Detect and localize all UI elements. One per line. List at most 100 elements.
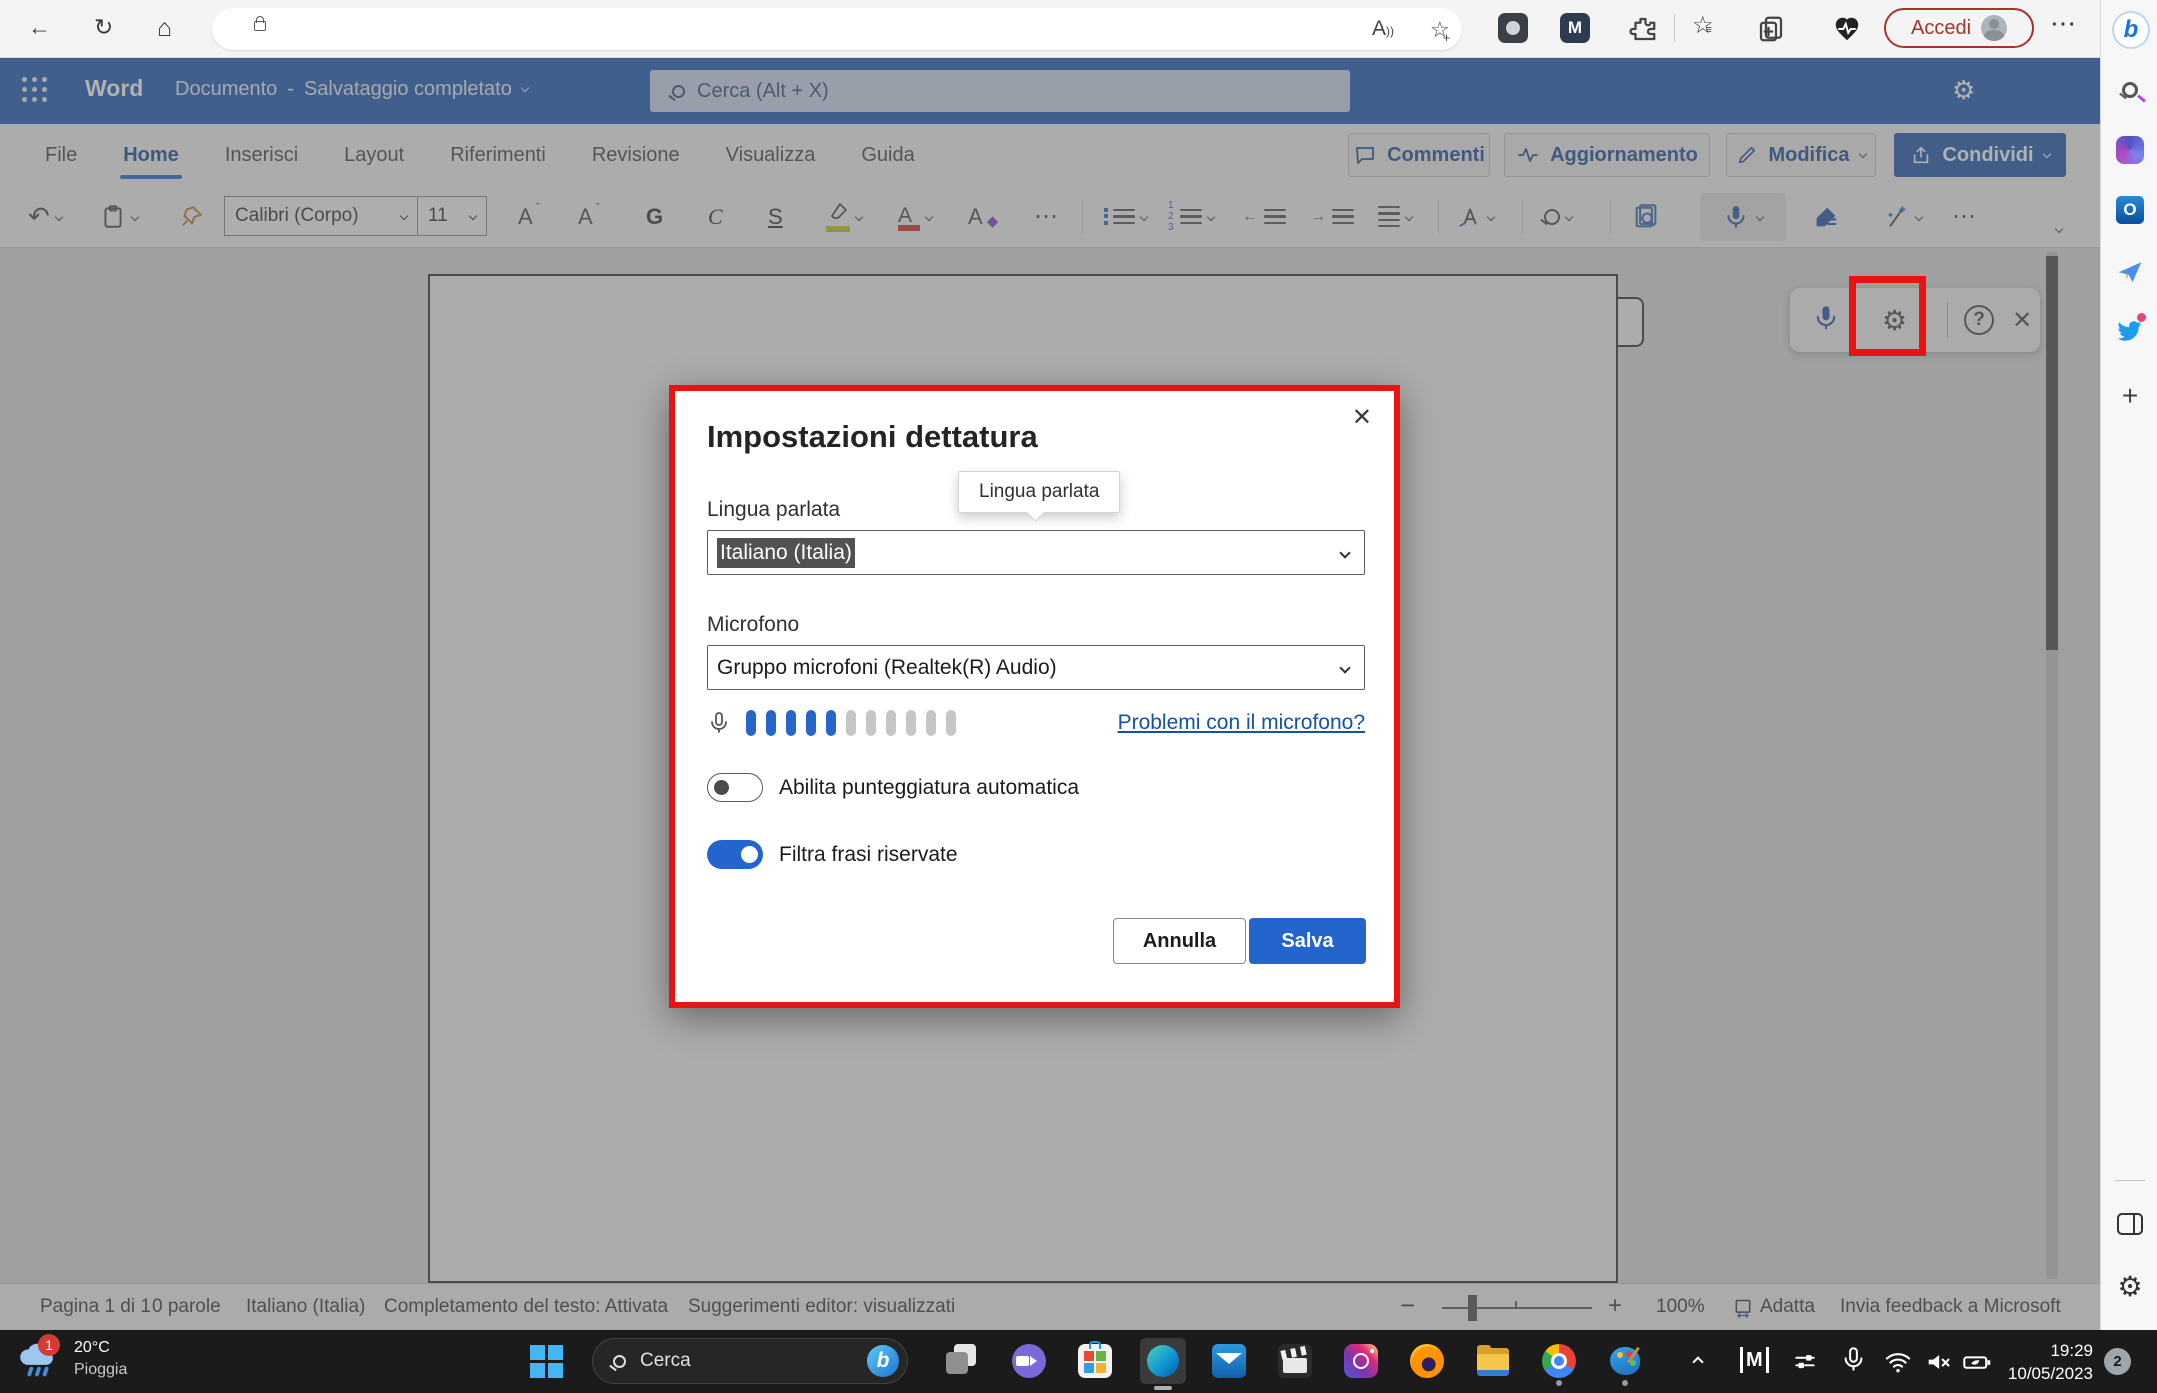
collections-icon[interactable]: [1756, 14, 1786, 49]
auto-punctuation-toggle[interactable]: [707, 773, 763, 802]
page-info[interactable]: Pagina 1 di 1: [40, 1296, 151, 1318]
decrease-indent-button[interactable]: ←: [1242, 186, 1286, 247]
tray-mixer-icon[interactable]: [1792, 1348, 1818, 1379]
highlight-button[interactable]: [826, 186, 862, 247]
save-button[interactable]: Salva: [1249, 918, 1366, 964]
movies-tv-icon[interactable]: [1278, 1344, 1312, 1378]
sidebar-twitter-icon[interactable]: [2112, 313, 2148, 349]
italic-button[interactable]: C: [708, 186, 723, 247]
start-button[interactable]: [530, 1345, 563, 1378]
zoom-slider-thumb[interactable]: [1468, 1295, 1477, 1321]
filter-phrases-toggle[interactable]: [707, 840, 763, 869]
more-commands-icon[interactable]: ⋯: [1952, 186, 1977, 247]
dictation-mic-icon[interactable]: [1812, 304, 1840, 337]
tray-volume-muted-icon[interactable]: [1924, 1348, 1952, 1381]
find-button[interactable]: [1544, 186, 1572, 247]
file-explorer-icon[interactable]: [1476, 1344, 1510, 1378]
designer-button[interactable]: [1884, 186, 1922, 247]
chat-icon[interactable]: [1012, 1344, 1046, 1378]
settings-gear-icon[interactable]: ⚙: [1952, 75, 1975, 106]
tray-app-m-icon[interactable]: M: [1740, 1347, 1769, 1373]
dictation-help-icon[interactable]: ?: [1964, 305, 1994, 335]
paint-icon[interactable]: [1608, 1344, 1642, 1378]
tray-wifi-icon[interactable]: [1884, 1348, 1912, 1381]
extension-m-icon[interactable]: M: [1560, 13, 1590, 43]
document-title[interactable]: Documento - Salvataggio completato: [175, 78, 528, 101]
text-completion-status[interactable]: Completamento del testo: Attivata: [384, 1296, 668, 1318]
tray-clock[interactable]: 19:29 10/05/2023: [1988, 1340, 2093, 1386]
tab-inserisci[interactable]: Inserisci: [202, 124, 321, 186]
zoom-slider-track[interactable]: [1442, 1307, 1592, 1309]
scrollbar-thumb[interactable]: [2046, 256, 2058, 650]
tab-home[interactable]: Home: [100, 124, 202, 186]
weather-widget[interactable]: 1: [14, 1338, 60, 1389]
mic-help-link[interactable]: Problemi con il microfono?: [1118, 711, 1365, 735]
address-bar[interactable]: A)) ☆+: [212, 8, 1462, 50]
browser-menu-icon[interactable]: ⋯: [2050, 8, 2078, 39]
doc-language[interactable]: Italiano (Italia): [246, 1296, 365, 1318]
weather-desc[interactable]: Pioggia: [74, 1361, 127, 1379]
task-view-icon[interactable]: [946, 1344, 980, 1378]
zoom-level[interactable]: 100%: [1656, 1296, 1705, 1318]
browser-refresh-icon[interactable]: ↻: [94, 14, 113, 41]
paste-button[interactable]: [100, 186, 138, 247]
sidebar-outlook-icon[interactable]: O: [2112, 192, 2148, 228]
word-count[interactable]: 0 parole: [152, 1296, 221, 1318]
sidebar-add-icon[interactable]: +: [2112, 378, 2148, 414]
microphone-select[interactable]: Gruppo microfoni (Realtek(R) Audio): [707, 645, 1365, 690]
tray-show-hidden-icon[interactable]: [1692, 1356, 1703, 1367]
dictation-close-icon[interactable]: ✕: [2012, 306, 2032, 335]
sidebar-drop-icon[interactable]: [2112, 253, 2148, 289]
firefox-icon[interactable]: [1410, 1344, 1444, 1378]
more-formatting-icon[interactable]: ⋯: [1034, 186, 1059, 247]
undo-button[interactable]: ↶: [28, 186, 62, 247]
editor-suggestions-status[interactable]: Suggerimenti editor: visualizzati: [688, 1296, 955, 1318]
bold-button[interactable]: G: [646, 186, 663, 247]
immersive-reader-icon[interactable]: [1632, 186, 1660, 247]
font-name-combobox[interactable]: Calibri (Corpo): [224, 196, 418, 236]
notification-badge[interactable]: 2: [2104, 1348, 2131, 1375]
instagram-icon[interactable]: [1344, 1344, 1378, 1378]
styles-button[interactable]: [1456, 186, 1494, 247]
tray-microphone-icon[interactable]: [1840, 1346, 1867, 1378]
favorites-add-icon[interactable]: ☆+: [1430, 17, 1457, 43]
chrome-icon[interactable]: [1542, 1344, 1576, 1378]
clear-formatting-button[interactable]: A◆: [968, 186, 1000, 247]
align-button[interactable]: [1378, 186, 1412, 247]
sign-in-button[interactable]: Accedi: [1884, 8, 2034, 48]
app-name[interactable]: Word: [85, 75, 143, 102]
tab-revisione[interactable]: Revisione: [569, 124, 703, 186]
share-button[interactable]: Condividi: [1894, 133, 2066, 177]
store-icon[interactable]: [1078, 1344, 1112, 1378]
zoom-in-icon[interactable]: +: [1608, 1292, 1622, 1320]
language-select[interactable]: Italiano (Italia): [707, 530, 1365, 575]
tab-layout[interactable]: Layout: [321, 124, 427, 186]
dictate-button[interactable]: [1700, 193, 1786, 241]
extensions-puzzle-icon[interactable]: [1628, 14, 1658, 49]
font-color-button[interactable]: A: [898, 186, 932, 247]
browser-essentials-icon[interactable]: [1832, 14, 1862, 49]
scrollbar[interactable]: [2046, 252, 2058, 1279]
browser-home-icon[interactable]: ⌂: [157, 14, 172, 43]
edge-taskbar-icon[interactable]: [1140, 1338, 1186, 1384]
zoom-out-icon[interactable]: −: [1400, 1290, 1415, 1321]
underline-button[interactable]: S: [768, 186, 783, 247]
format-painter-icon[interactable]: [178, 186, 204, 247]
tab-visualizza[interactable]: Visualizza: [703, 124, 839, 186]
taskbar-search[interactable]: Cerca b: [592, 1338, 908, 1384]
font-size-combobox[interactable]: 11: [417, 196, 487, 236]
fit-button[interactable]: Adatta: [1760, 1296, 1815, 1318]
extension-clip-icon[interactable]: [1498, 13, 1528, 43]
sidebar-panel-icon[interactable]: [2112, 1206, 2148, 1242]
sidebar-search-icon[interactable]: [2112, 72, 2148, 108]
browser-back-icon[interactable]: ←: [28, 14, 51, 41]
collapse-ribbon-icon[interactable]: [2055, 225, 2063, 233]
dialog-close-icon[interactable]: ✕: [1352, 403, 1372, 432]
shrink-font-button[interactable]: Aˇ: [578, 186, 603, 247]
tab-guida[interactable]: Guida: [838, 124, 937, 186]
comments-button[interactable]: Commenti: [1348, 133, 1490, 177]
cancel-button[interactable]: Annulla: [1113, 918, 1246, 964]
tab-file[interactable]: File: [22, 124, 100, 186]
app-launcher-icon[interactable]: [22, 77, 47, 102]
sidebar-settings-gear-icon[interactable]: ⚙: [2112, 1268, 2148, 1304]
